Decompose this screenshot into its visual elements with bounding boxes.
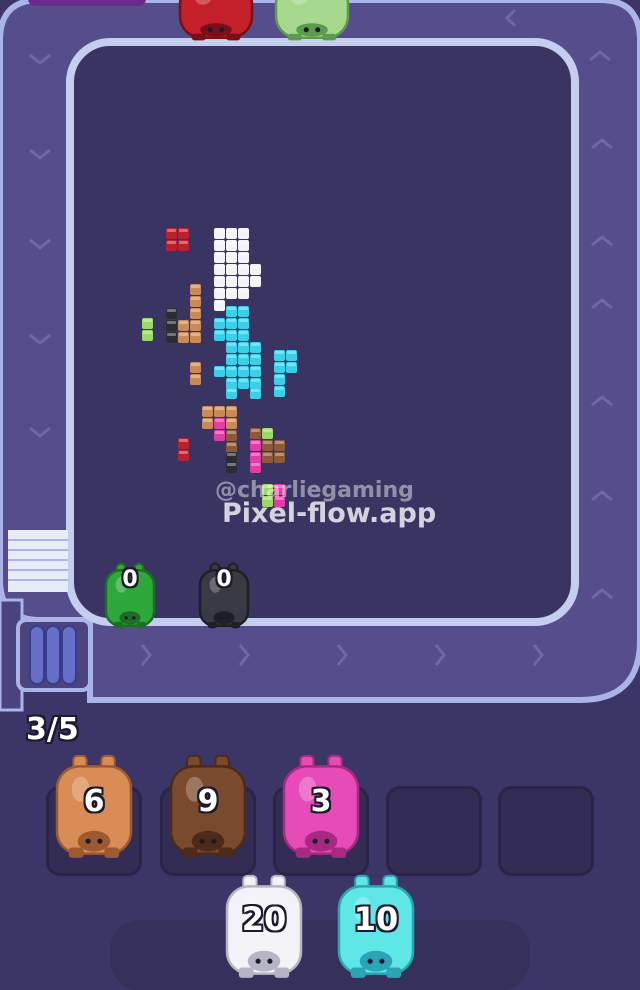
slot-pig-0-ammo: 6: [83, 784, 105, 819]
slot-pig-2-ammo: 3: [310, 784, 332, 819]
queue-pig-0-ammo[interactable]: 20: [236, 900, 292, 938]
top-pig-lightgreen[interactable]: [274, 0, 350, 41]
queue-pig-1-ammo[interactable]: 10: [348, 900, 404, 938]
pig-layer: [55, 0, 415, 978]
belt-pig-0-ammo: 0: [122, 567, 138, 592]
slot-pig-1-ammo: 9: [197, 784, 219, 819]
top-pig-red[interactable]: [178, 0, 254, 41]
belt-pig-1-ammo: 0: [216, 567, 232, 592]
